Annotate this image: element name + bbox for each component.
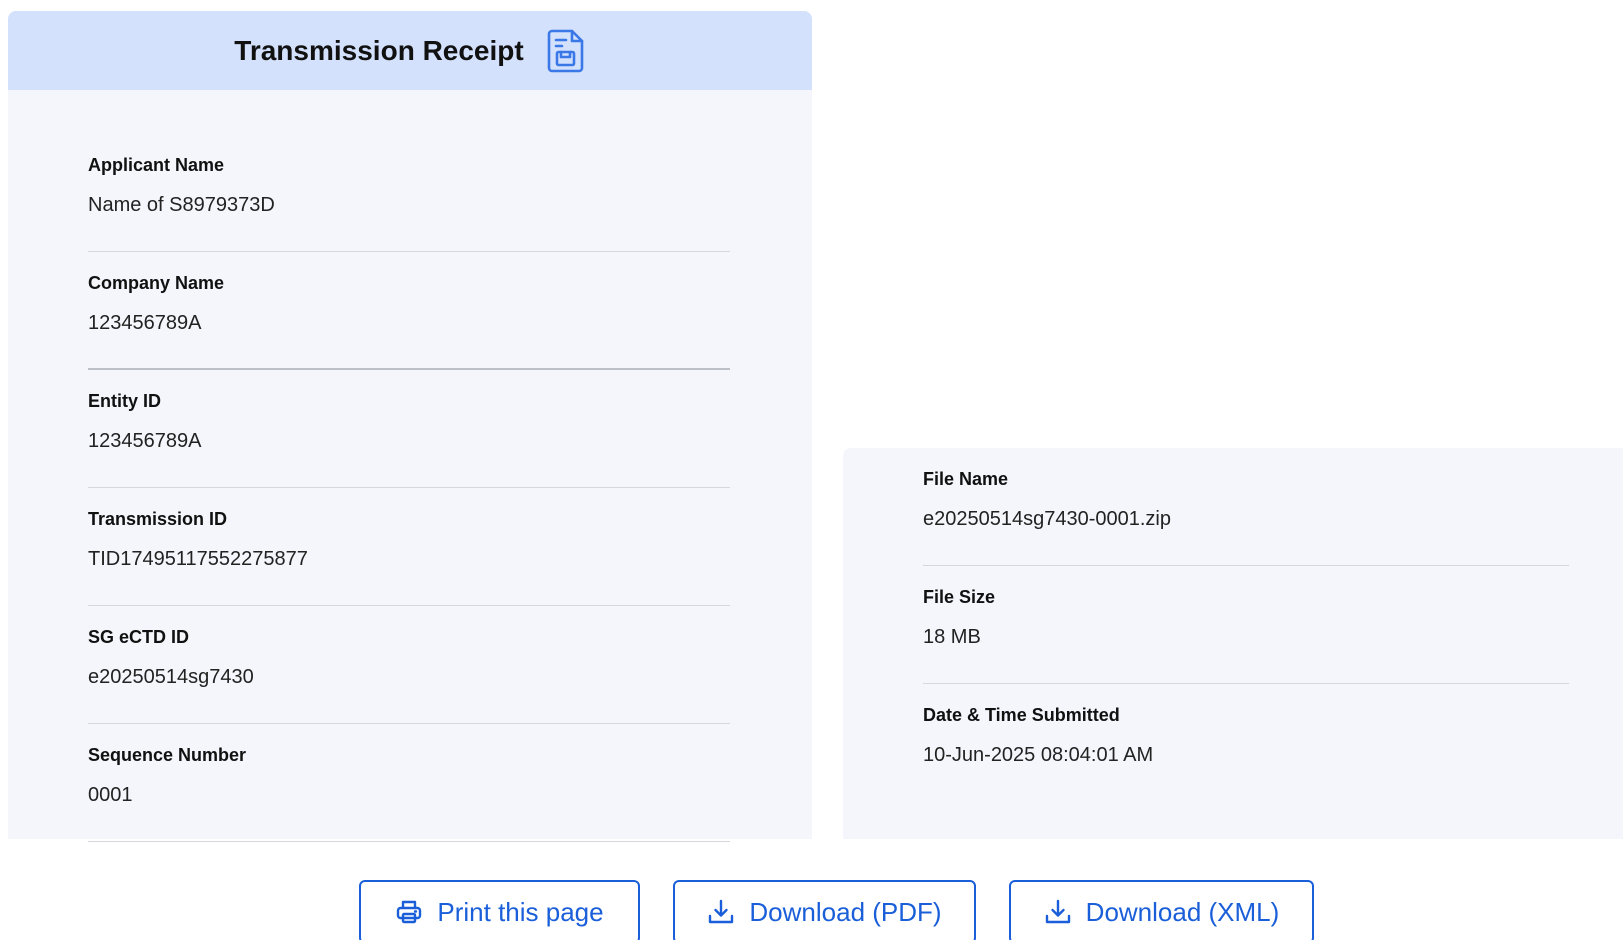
field-file-name: File Name e20250514sg7430-0001.zip: [923, 448, 1569, 566]
field-label: SG eCTD ID: [88, 627, 190, 647]
field-file-size: File Size 18 MB: [923, 566, 1569, 684]
printer-icon: [397, 900, 422, 924]
field-applicant-name: Applicant Name Name of S8979373D: [88, 134, 730, 252]
download-icon: [709, 899, 734, 924]
action-bar: Print this page Download (PDF) Download …: [0, 880, 1623, 940]
field-value: 18 MB: [923, 626, 981, 648]
field-transmission-id: Transmission ID TID17495117552275877: [88, 488, 730, 606]
file-details-panel: File Name e20250514sg7430-0001.zip File …: [843, 448, 1623, 839]
print-button-label: Print this page: [437, 896, 604, 927]
field-value: 10-Jun-2025 08:04:01 AM: [923, 744, 1154, 766]
receipt-details-left: Applicant Name Name of S8979373D Company…: [88, 134, 730, 842]
field-entity-id: Entity ID 123456789A: [88, 370, 730, 488]
field-label: Sequence Number: [88, 745, 247, 765]
download-pdf-label: Download (PDF): [749, 896, 942, 927]
field-value: 123456789A: [88, 312, 202, 334]
download-icon: [1045, 899, 1070, 924]
field-label: File Name: [923, 469, 1009, 489]
receipt-panel: Transmission Receipt Applicant Name Name…: [8, 11, 812, 842]
field-date-time-submitted: Date & Time Submitted 10-Jun-2025 08:04:…: [923, 684, 1569, 802]
field-label: Company Name: [88, 273, 225, 293]
field-label: Applicant Name: [88, 155, 225, 175]
download-xml-button[interactable]: Download (XML): [1009, 880, 1314, 940]
field-value: 0001: [88, 784, 133, 806]
field-sg-ectd-id: SG eCTD ID e20250514sg7430: [88, 606, 730, 724]
field-value: Name of S8979373D: [88, 194, 275, 216]
field-value: 123456789A: [88, 430, 202, 452]
field-label: File Size: [923, 587, 996, 607]
receipt-document-icon: [546, 28, 586, 74]
download-xml-label: Download (XML): [1085, 896, 1280, 927]
page-title: Transmission Receipt: [234, 34, 524, 66]
field-value: TID17495117552275877: [88, 548, 308, 570]
field-value: e20250514sg7430-0001.zip: [923, 508, 1171, 530]
field-sequence-number: Sequence Number 0001: [88, 724, 730, 842]
print-page-button[interactable]: Print this page: [359, 880, 640, 940]
field-label: Entity ID: [88, 391, 162, 411]
transmission-receipt-page: Transmission Receipt Applicant Name Name…: [0, 0, 1623, 940]
field-label: Transmission ID: [88, 509, 228, 529]
field-company-name: Company Name 123456789A: [88, 252, 730, 370]
receipt-details-right: File Name e20250514sg7430-0001.zip File …: [923, 448, 1569, 802]
field-label: Date & Time Submitted: [923, 705, 1120, 725]
download-pdf-button[interactable]: Download (PDF): [673, 880, 976, 940]
field-value: e20250514sg7430: [88, 666, 254, 688]
receipt-header: Transmission Receipt: [8, 11, 812, 90]
